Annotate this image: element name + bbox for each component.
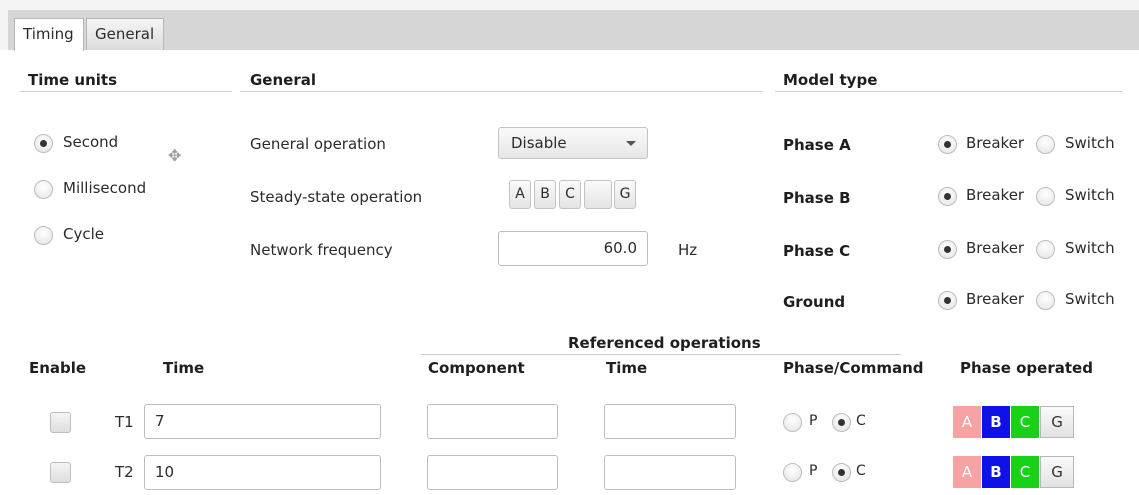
phase-b-breaker-radio[interactable] xyxy=(938,187,957,206)
phase-a-breaker-label: Breaker xyxy=(966,134,1025,152)
millisecond-radio[interactable] xyxy=(34,180,53,199)
time-column-header: Time xyxy=(163,359,205,377)
steady-state-b-button[interactable]: B xyxy=(534,180,556,209)
millisecond-label: Millisecond xyxy=(63,179,147,197)
phase-command-column-header: Phase/Command xyxy=(783,359,924,377)
time-units-divider xyxy=(20,91,232,92)
model-type-divider xyxy=(775,91,1122,92)
component-column-header: Component xyxy=(428,359,525,377)
t1-ref-time-input[interactable] xyxy=(604,404,736,439)
network-frequency-unit: Hz xyxy=(678,241,698,259)
phase-a-switch-radio[interactable] xyxy=(1036,135,1055,154)
t1-phase-a-button[interactable]: A xyxy=(953,406,981,438)
t1-c-label: C xyxy=(856,413,866,429)
t1-component-input[interactable] xyxy=(427,404,558,439)
t2-c-radio[interactable] xyxy=(832,463,851,482)
phase-b-switch-radio[interactable] xyxy=(1036,187,1055,206)
phase-a-breaker-radio[interactable] xyxy=(938,135,957,154)
tab-general[interactable]: General xyxy=(86,18,164,50)
t1-p-label: P xyxy=(809,413,818,429)
t1-time-input[interactable]: 7 xyxy=(144,404,381,439)
model-type-header: Model type xyxy=(783,71,878,89)
t2-c-label: C xyxy=(856,463,866,479)
phase-c-breaker-label: Breaker xyxy=(966,239,1025,257)
t1-label: T1 xyxy=(115,413,134,431)
ground-switch-label: Switch xyxy=(1065,290,1115,308)
ground-switch-radio[interactable] xyxy=(1036,291,1055,310)
phase-b-switch-label: Switch xyxy=(1065,186,1115,204)
general-operation-value: Disable xyxy=(511,134,567,152)
tab-timing[interactable]: Timing xyxy=(14,18,84,51)
ground-breaker-radio[interactable] xyxy=(938,291,957,310)
general-operation-dropdown[interactable]: Disable xyxy=(498,127,648,159)
t2-p-label: P xyxy=(809,463,818,479)
phase-a-switch-label: Switch xyxy=(1065,134,1115,152)
t2-phase-operated: A B C G xyxy=(953,456,1085,488)
general-divider xyxy=(240,91,763,92)
move-cursor-icon: ✥ xyxy=(168,146,182,165)
t2-phase-a-button[interactable]: A xyxy=(953,456,981,488)
phase-c-label: Phase C xyxy=(783,242,851,260)
general-operation-label: General operation xyxy=(250,135,386,153)
t1-phase-g-button[interactable]: G xyxy=(1040,406,1074,438)
t1-enable-checkbox[interactable] xyxy=(50,412,71,433)
t1-c-radio[interactable] xyxy=(832,413,851,432)
phase-c-breaker-radio[interactable] xyxy=(938,240,957,259)
ground-label: Ground xyxy=(783,293,846,311)
t1-phase-b-button[interactable]: B xyxy=(982,406,1010,438)
phase-a-label: Phase A xyxy=(783,136,851,154)
network-frequency-input[interactable]: 60.0 xyxy=(498,231,648,266)
steady-state-c2-spacer xyxy=(584,180,612,209)
referenced-operations-header: Referenced operations xyxy=(568,334,761,352)
t2-phase-b-button[interactable]: B xyxy=(982,456,1010,488)
steady-state-a-button[interactable]: A xyxy=(509,180,531,209)
ground-breaker-label: Breaker xyxy=(966,290,1025,308)
phase-c-switch-label: Switch xyxy=(1065,239,1115,257)
cycle-label: Cycle xyxy=(63,225,104,243)
phase-b-label: Phase B xyxy=(783,189,851,207)
phase-b-breaker-label: Breaker xyxy=(966,186,1025,204)
t2-phase-g-button[interactable]: G xyxy=(1040,456,1074,488)
second-label: Second xyxy=(63,133,119,151)
t2-label: T2 xyxy=(115,463,134,481)
t1-phase-operated: A B C G xyxy=(953,406,1085,438)
time-units-header: Time units xyxy=(28,71,117,89)
t2-ref-time-input[interactable] xyxy=(604,455,736,490)
enable-column-header: Enable xyxy=(29,359,87,377)
steady-state-c-button[interactable]: C xyxy=(559,180,581,209)
phase-operated-column-header: Phase operated xyxy=(960,359,1093,377)
chevron-down-icon xyxy=(626,141,636,146)
ref-time-column-header: Time xyxy=(606,359,648,377)
steady-state-label: Steady-state operation xyxy=(250,188,423,206)
t2-p-radio[interactable] xyxy=(783,463,802,482)
tab-strip xyxy=(8,10,1139,50)
t2-time-input[interactable]: 10 xyxy=(144,455,381,490)
second-radio[interactable] xyxy=(34,134,53,153)
cycle-radio[interactable] xyxy=(34,226,53,245)
phase-c-switch-radio[interactable] xyxy=(1036,240,1055,259)
general-header: General xyxy=(250,71,316,89)
network-frequency-label: Network frequency xyxy=(250,241,393,259)
t2-phase-c-button[interactable]: C xyxy=(1011,456,1039,488)
steady-state-g-button[interactable]: G xyxy=(614,180,636,209)
t1-p-radio[interactable] xyxy=(783,413,802,432)
referenced-operations-divider xyxy=(421,354,901,355)
t1-phase-c-button[interactable]: C xyxy=(1011,406,1039,438)
t2-component-input[interactable] xyxy=(427,455,558,490)
t2-enable-checkbox[interactable] xyxy=(50,462,71,483)
